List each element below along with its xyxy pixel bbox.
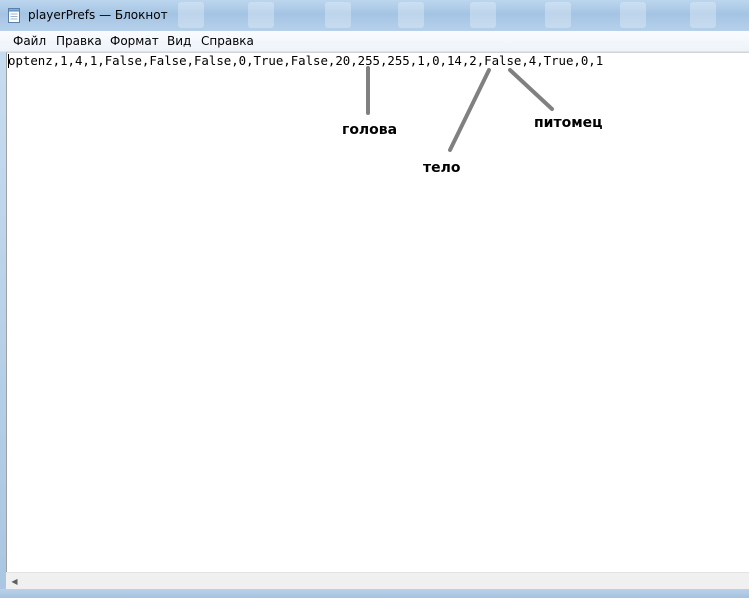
background-ghost-icon xyxy=(178,2,204,28)
window-title: playerPrefs — Блокнот xyxy=(28,8,168,22)
title-bar[interactable]: playerPrefs — Блокнот xyxy=(0,0,749,31)
background-ghost-icon xyxy=(545,2,571,28)
scroll-left-arrow-icon[interactable]: ◀ xyxy=(6,573,23,590)
editor-text-line[interactable]: optenz,1,4,1,False,False,False,0,True,Fa… xyxy=(8,53,603,68)
window-bottom-frame xyxy=(0,589,749,598)
background-ghost-icon xyxy=(470,2,496,28)
notepad-icon[interactable] xyxy=(8,8,20,23)
menu-format[interactable]: Формат xyxy=(110,31,159,51)
menu-help[interactable]: Справка xyxy=(201,31,254,51)
annotation-head: голова xyxy=(342,122,398,138)
menu-view[interactable]: Вид xyxy=(167,31,191,51)
background-ghost-icon xyxy=(690,2,716,28)
background-ghost-icon xyxy=(248,2,274,28)
text-caret xyxy=(8,54,9,68)
menu-bar: Файл Правка Формат Вид Справка xyxy=(0,31,749,52)
background-ghost-icon xyxy=(325,2,351,28)
notepad-window: playerPrefs — Блокнот Файл Правка Формат… xyxy=(0,0,749,598)
background-ghost-icon xyxy=(398,2,424,28)
menu-file[interactable]: Файл xyxy=(13,31,46,51)
annotation-body: тело xyxy=(423,160,461,176)
menu-edit[interactable]: Правка xyxy=(56,31,102,51)
background-ghost-icon xyxy=(620,2,646,28)
horizontal-scrollbar[interactable]: ◀ xyxy=(6,572,749,590)
annotation-pet: питомец xyxy=(534,115,603,131)
